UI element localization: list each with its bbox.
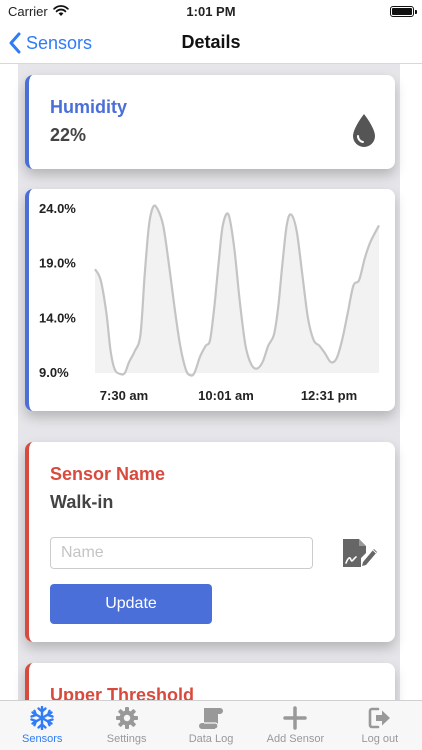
carrier-label: Carrier [8, 3, 48, 19]
update-button[interactable]: Update [50, 584, 212, 624]
humidity-card: Humidity 22% [25, 75, 395, 169]
sensor-name-input[interactable] [50, 537, 313, 569]
tab-settings[interactable]: Settings [84, 701, 168, 750]
page-title: Details [181, 32, 241, 52]
tab-add-sensor[interactable]: Add Sensor [253, 701, 337, 750]
sensor-name-card: Sensor Name Walk-in Update [25, 442, 395, 642]
water-drop-icon [353, 114, 375, 147]
sensor-name-title: Sensor Name [50, 464, 166, 484]
tab-bar: Sensors Settings Data Log Add Sensor Log… [0, 700, 422, 750]
nav-bar: Sensors Details [0, 22, 422, 64]
status-bar: Carrier 1:01 PM [0, 0, 422, 22]
humidity-chart: 24.0% 19.0% 14.0% 9.0% 7:30 am 10:01 am 12:31 … [39, 201, 380, 403]
details-scroll-area[interactable]: Humidity 22% 24.0% 19.0% 14.0% 9.0% 7:30 am 1… [0, 64, 422, 700]
tab-sensors[interactable]: Sensors [0, 701, 84, 750]
upper-threshold-title: Upper Threshold [50, 685, 195, 700]
sensor-name-value: Walk-in [50, 492, 114, 512]
back-label: Sensors [26, 32, 93, 53]
back-button[interactable]: Sensors [8, 22, 92, 64]
tab-label: Sensors [22, 733, 63, 745]
tab-label: Data Log [188, 733, 234, 745]
series-area-fill [95, 205, 379, 376]
battery-icon [390, 5, 417, 17]
signature-edit-icon[interactable] [339, 536, 379, 570]
y-tick-label: 19.0% [39, 256, 76, 271]
tab-data-log[interactable]: Data Log [169, 701, 253, 750]
status-left: Carrier [8, 4, 69, 19]
tab-log-out[interactable]: Log out [338, 701, 422, 750]
y-tick-label: 14.0% [39, 310, 76, 325]
tab-label: Log out [361, 733, 399, 745]
logout-icon [368, 707, 390, 729]
y-tick-label: 9.0% [39, 365, 69, 380]
humidity-value: 22% [50, 125, 87, 145]
gear-icon [115, 707, 138, 729]
x-tick-label: 10:01 am [198, 388, 254, 403]
snowflake-icon [30, 706, 54, 730]
x-tick-label: 12:31 pm [301, 388, 357, 403]
wifi-icon [53, 5, 69, 16]
tab-label: Settings [106, 733, 147, 745]
tab-label: Add Sensor [266, 733, 325, 745]
x-tick-label: 7:30 am [100, 388, 148, 403]
scroll-icon [199, 708, 224, 730]
chevron-left-icon [9, 32, 21, 54]
humidity-title: Humidity [50, 97, 128, 117]
y-tick-label: 24.0% [39, 201, 76, 216]
plus-icon [283, 706, 308, 730]
humidity-chart-card: 24.0% 19.0% 14.0% 9.0% 7:30 am 10:01 am 12:31 … [25, 189, 395, 411]
upper-threshold-card: Upper Threshold [25, 663, 395, 700]
